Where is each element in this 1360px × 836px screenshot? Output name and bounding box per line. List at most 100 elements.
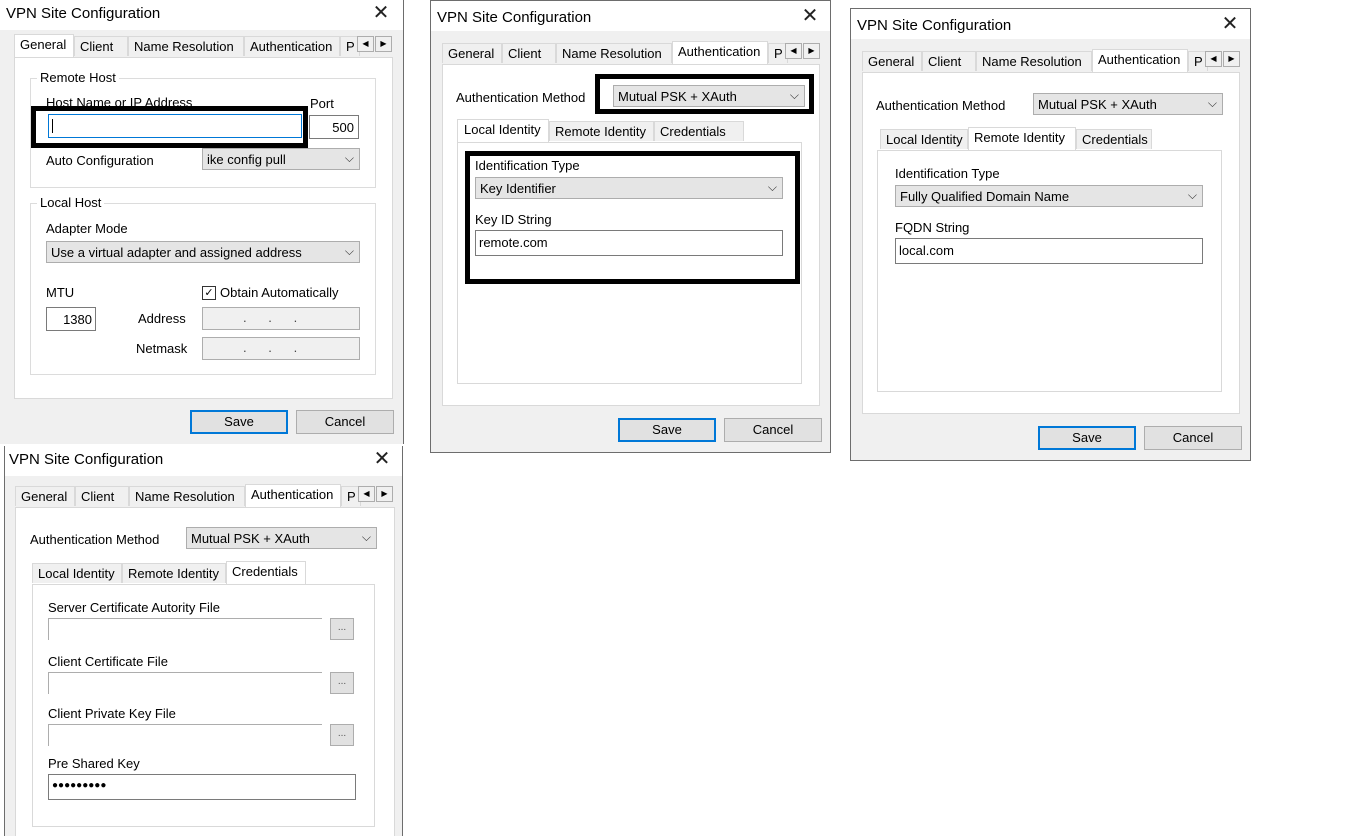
tab-strip: General Client Name Resolution Authentic… (442, 41, 822, 64)
auth-method-select[interactable]: Mutual PSK + XAuth ⌵ (613, 85, 805, 107)
auth-method-value: Mutual PSK + XAuth (618, 89, 737, 104)
subtab-remote-identity[interactable]: Remote Identity (968, 127, 1076, 150)
server-ca-browse-button[interactable]: ... (330, 618, 354, 640)
chevron-down-icon: ⌵ (767, 180, 777, 194)
tab-general[interactable]: General (15, 486, 75, 506)
tab-general[interactable]: General (14, 34, 74, 57)
close-icon[interactable]: ✕ (1217, 13, 1243, 37)
client-key-label: Client Private Key File (48, 706, 176, 721)
arrow-right-icon[interactable]: ▶ (803, 43, 820, 59)
tab-client[interactable]: Client (502, 43, 556, 63)
auth-method-label: Authentication Method (876, 98, 1006, 113)
cancel-button[interactable]: Cancel (724, 418, 822, 442)
tab-authentication[interactable]: Authentication (245, 484, 341, 507)
close-icon[interactable]: ✕ (369, 448, 395, 472)
save-button[interactable]: Save (618, 418, 716, 442)
save-button[interactable]: Save (1038, 426, 1136, 450)
title-bar: VPN Site Configuration ✕ (851, 9, 1250, 39)
auto-config-select[interactable]: ike config pull ⌵ (202, 148, 360, 170)
tab-name-resolution[interactable]: Name Resolution (129, 486, 245, 506)
subtab-panel-remote-identity: Identification Type Fully Qualified Doma… (877, 150, 1222, 392)
client-key-browse-button[interactable]: ... (330, 724, 354, 746)
chevron-down-icon: ⌵ (1187, 188, 1197, 202)
arrow-right-icon[interactable]: ▶ (376, 486, 393, 502)
tab-authentication[interactable]: Authentication (244, 36, 340, 56)
adapter-mode-select[interactable]: Use a virtual adapter and assigned addre… (46, 241, 360, 263)
arrow-right-icon[interactable]: ▶ (1223, 51, 1240, 67)
tab-authentication[interactable]: Authentication (672, 41, 768, 64)
tab-name-resolution[interactable]: Name Resolution (128, 36, 244, 56)
window-title: VPN Site Configuration (9, 451, 164, 468)
subtab-local-identity[interactable]: Local Identity (457, 119, 549, 142)
fqdn-value: local.com (899, 243, 954, 258)
checkmark-icon: ✓ (204, 287, 214, 299)
arrow-left-icon[interactable]: ◀ (357, 36, 374, 52)
tab-general[interactable]: General (862, 51, 922, 71)
tab-panel-authentication: Authentication Method Mutual PSK + XAuth… (442, 64, 820, 406)
mtu-label: MTU (46, 285, 75, 300)
id-type-label: Identification Type (895, 166, 1000, 181)
obtain-auto-checkbox[interactable]: ✓ (202, 286, 216, 300)
auth-method-select[interactable]: Mutual PSK + XAuth ⌵ (1033, 93, 1223, 115)
remote-host-label: Remote Host (37, 70, 119, 85)
cancel-button[interactable]: Cancel (296, 410, 394, 434)
fqdn-label: FQDN String (895, 220, 970, 235)
save-button[interactable]: Save (190, 410, 288, 434)
psk-label: Pre Shared Key (48, 756, 140, 771)
adapter-mode-value: Use a virtual adapter and assigned addre… (51, 245, 302, 260)
ip-dots: . . . (243, 310, 298, 325)
subtab-credentials[interactable]: Credentials (654, 121, 744, 141)
id-type-select[interactable]: Fully Qualified Domain Name ⌵ (895, 185, 1203, 207)
subtab-remote-identity[interactable]: Remote Identity (122, 563, 226, 583)
vpn-config-window-general: VPN Site Configuration ✕ General Client … (0, 0, 404, 444)
id-type-select[interactable]: Key Identifier ⌵ (475, 177, 783, 199)
key-id-input[interactable]: remote.com (475, 230, 783, 256)
mtu-input[interactable]: 1380 (46, 307, 96, 331)
tab-name-resolution[interactable]: Name Resolution (556, 43, 672, 63)
subtab-strip: Local Identity Remote Identity Credentia… (32, 561, 332, 584)
host-input[interactable] (48, 114, 302, 138)
tab-authentication[interactable]: Authentication (1092, 49, 1188, 72)
tab-client[interactable]: Client (75, 486, 129, 506)
arrow-left-icon[interactable]: ◀ (1205, 51, 1222, 67)
cancel-button[interactable]: Cancel (1144, 426, 1242, 450)
arrow-left-icon[interactable]: ◀ (785, 43, 802, 59)
close-icon[interactable]: ✕ (797, 5, 823, 29)
key-id-label: Key ID String (475, 212, 552, 227)
tab-strip: General Client Name Resolution Authentic… (862, 49, 1242, 72)
chevron-down-icon: ⌵ (1207, 96, 1217, 110)
subtab-local-identity[interactable]: Local Identity (880, 129, 968, 149)
chevron-down-icon: ⌵ (789, 88, 799, 102)
auth-method-value: Mutual PSK + XAuth (1038, 97, 1157, 112)
tab-panel-authentication: Authentication Method Mutual PSK + XAuth… (862, 72, 1240, 414)
mtu-value: 1380 (63, 312, 92, 327)
address-label: Address (138, 311, 186, 326)
close-icon[interactable]: ✕ (368, 2, 394, 26)
client-key-field[interactable] (48, 724, 322, 746)
host-label: Host Name or IP Address (46, 95, 193, 110)
server-ca-field[interactable] (48, 618, 322, 640)
tab-strip: General Client Name Resolution Authentic… (15, 484, 395, 507)
fqdn-input[interactable]: local.com (895, 238, 1203, 264)
tab-name-resolution[interactable]: Name Resolution (976, 51, 1092, 71)
port-input[interactable]: 500 (309, 115, 359, 139)
id-type-label: Identification Type (475, 158, 580, 173)
tab-panel-general: Remote Host Host Name or IP Address Port… (14, 57, 393, 399)
address-input: . . . (202, 307, 360, 330)
client-cert-field[interactable] (48, 672, 322, 694)
tab-client[interactable]: Client (74, 36, 128, 56)
id-type-value: Fully Qualified Domain Name (900, 189, 1070, 204)
tab-strip: General Client Name Resolution Authentic… (14, 34, 394, 57)
title-bar: VPN Site Configuration ✕ (5, 446, 402, 476)
subtab-remote-identity[interactable]: Remote Identity (549, 121, 654, 141)
tab-general[interactable]: General (442, 43, 502, 63)
auth-method-select[interactable]: Mutual PSK + XAuth ⌵ (186, 527, 377, 549)
subtab-local-identity[interactable]: Local Identity (32, 563, 122, 583)
psk-input[interactable]: ●●●●●●●●● (48, 774, 356, 800)
subtab-credentials[interactable]: Credentials (226, 561, 306, 584)
subtab-credentials[interactable]: Credentials (1076, 129, 1152, 149)
arrow-right-icon[interactable]: ▶ (375, 36, 392, 52)
tab-client[interactable]: Client (922, 51, 976, 71)
client-cert-browse-button[interactable]: ... (330, 672, 354, 694)
arrow-left-icon[interactable]: ◀ (358, 486, 375, 502)
